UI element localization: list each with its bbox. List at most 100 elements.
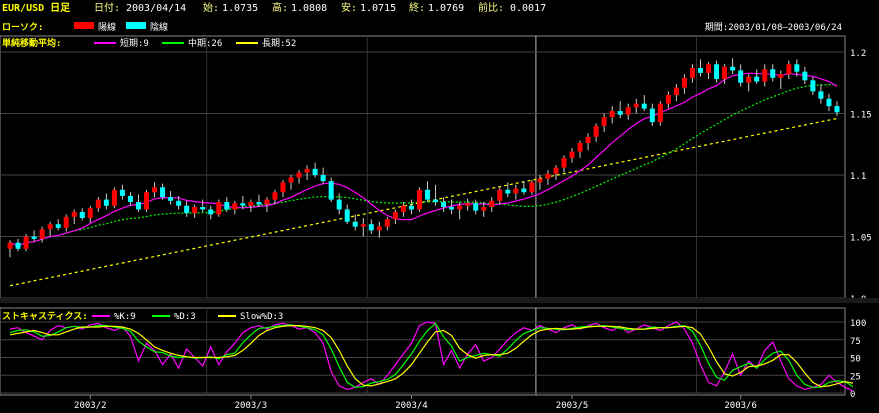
candle-body [392, 211, 398, 220]
candle [328, 177, 334, 203]
candle-body [224, 202, 230, 210]
up-label: 陽線 [98, 21, 116, 33]
candle [23, 234, 29, 252]
candle-body [296, 172, 302, 178]
candle-body [481, 206, 487, 211]
price-y-axis: 1.21.151.11.051.0 [850, 49, 872, 305]
candle-body [312, 168, 318, 175]
candle-body [232, 203, 238, 210]
candle-body [617, 111, 623, 115]
graph-type-label: ローソク: [2, 22, 43, 33]
stochastic-title: ストキャスティクス: [2, 311, 88, 322]
candle-body [184, 205, 190, 214]
candle-body [601, 117, 607, 126]
candle-body [778, 74, 784, 78]
candle-body [625, 107, 631, 115]
candle-body [152, 187, 158, 193]
candle-body [208, 209, 214, 215]
candle-body [384, 219, 390, 227]
candle-body [304, 168, 310, 173]
candle-body [31, 236, 37, 239]
candle-body [569, 151, 575, 158]
candle-body [200, 206, 206, 210]
chart-canvas: 1.21.151.11.051.0 ローソク: 陽線 陰線 単純移動平均: 短期… [0, 21, 879, 411]
candle [216, 199, 222, 217]
candle-body [489, 200, 495, 207]
stoch-tick-label: 50 [850, 355, 861, 365]
candle [111, 187, 117, 209]
candle-body [103, 199, 109, 206]
candle-body [681, 77, 687, 88]
candle-body [79, 211, 85, 219]
candle-body [160, 187, 166, 198]
candle-body [537, 178, 543, 183]
candle-body [577, 143, 583, 152]
period-label: 期間:2003/01/08—2003/06/24 [705, 22, 842, 33]
candle-body [513, 188, 519, 194]
candle-body [400, 205, 406, 212]
candle-body [585, 136, 591, 144]
price-tick-label: 1.05 [850, 234, 872, 244]
candle-body [722, 66, 728, 80]
candle-body [55, 224, 61, 228]
candle-body [529, 182, 535, 193]
candle-body [248, 202, 254, 206]
candle-body [95, 199, 101, 209]
stoch-tick-label: 0 [850, 390, 855, 400]
candle-body [15, 242, 21, 249]
candle-body [441, 202, 447, 207]
candle-body [39, 229, 45, 239]
price-tick-label: 1.15 [850, 111, 872, 121]
candle-body [119, 189, 125, 196]
candle-body [497, 189, 503, 201]
candle-body [786, 64, 792, 75]
ma-mid-label: 中期:26 [188, 37, 222, 49]
stoch-slowd-label: Slow%D:3 [240, 312, 283, 322]
candle-body [280, 182, 286, 193]
candle-body [810, 80, 816, 92]
candle-body [593, 125, 599, 137]
price-panel: 1.21.151.11.051.0 [0, 35, 872, 305]
candle-body [168, 197, 174, 201]
candle-body [328, 181, 334, 200]
candle-body [738, 70, 744, 83]
candle [416, 187, 422, 212]
x-tick-label: 2003/2 [74, 401, 107, 411]
candle-body [521, 188, 527, 193]
candle-body [633, 103, 639, 108]
candle-body [730, 66, 736, 71]
ma-short-label: 短期:9 [120, 37, 149, 49]
candle-body [7, 242, 13, 249]
stoch-tick-label: 100 [850, 319, 866, 329]
x-tick-label: 2003/6 [724, 401, 757, 411]
panel-separator [0, 298, 879, 303]
candle-body [802, 71, 808, 81]
candle-body [408, 205, 414, 210]
candle-body [706, 64, 712, 73]
candle-body [794, 64, 800, 72]
candle-body [71, 211, 77, 217]
candle-body [111, 189, 117, 206]
candle-body [240, 203, 246, 206]
stochastic-y-axis: 100 75 50 25 0 [850, 319, 866, 400]
candle-body [657, 103, 663, 123]
candle-body [641, 103, 647, 109]
candle-body [561, 157, 567, 168]
candle-body [352, 221, 358, 227]
candle-body [746, 76, 752, 83]
x-tick-label: 2003/3 [235, 401, 268, 411]
candle-body [818, 91, 824, 99]
stoch-tick-label: 25 [850, 372, 861, 382]
stoch-tick-label: 75 [850, 337, 861, 347]
candle-body [416, 189, 422, 210]
candle-body [473, 203, 479, 211]
candle-body [344, 209, 350, 222]
candle-body [144, 192, 150, 210]
candle-body [176, 200, 182, 206]
price-tick-label: 1.1 [850, 172, 866, 182]
down-label: 陰線 [150, 21, 168, 33]
candle-body [714, 64, 720, 80]
candle-body [376, 226, 382, 231]
candle-body [425, 189, 431, 200]
candle [144, 189, 150, 212]
